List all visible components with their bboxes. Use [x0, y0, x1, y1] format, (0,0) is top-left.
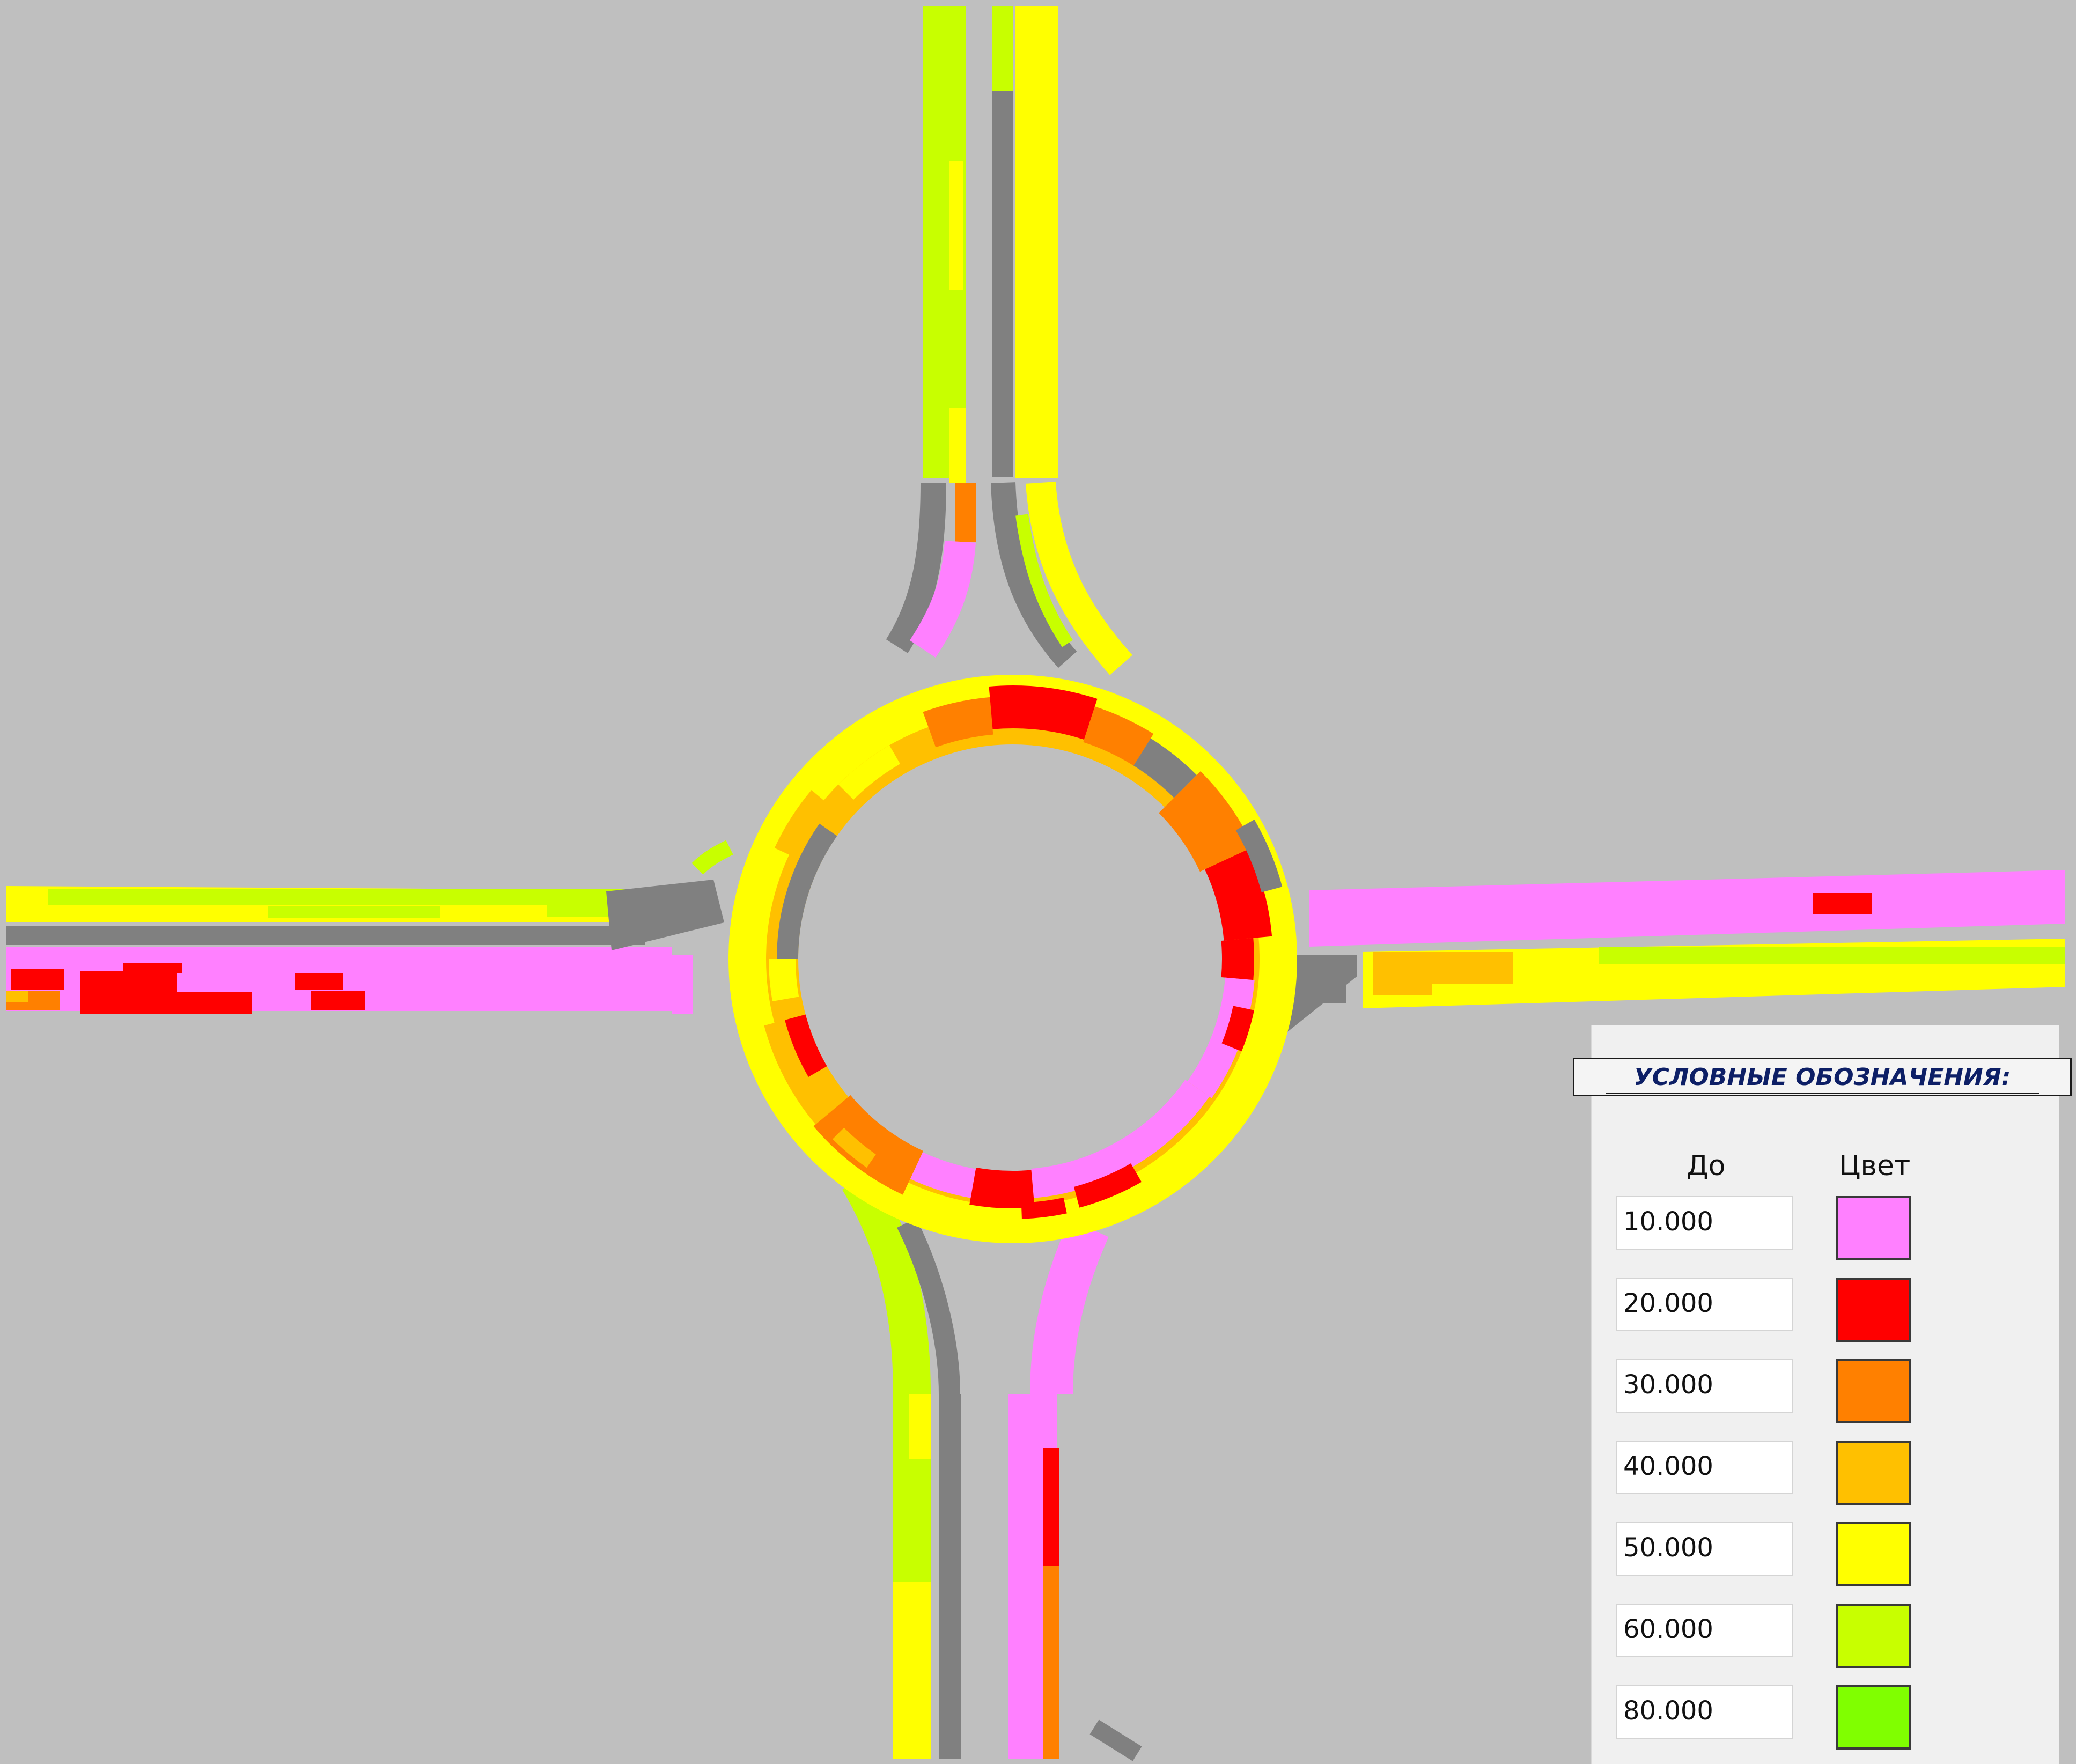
- road-segment: [1015, 6, 1058, 478]
- road-segment: [955, 483, 976, 542]
- legend-value-field[interactable]: 30.000: [1616, 1359, 1793, 1413]
- road-segment: [909, 1394, 931, 1459]
- legend-row: 30.000: [1616, 1359, 1948, 1423]
- legend-row: 20.000: [1616, 1278, 1948, 1342]
- road-segment: [992, 6, 1013, 92]
- road-segment: [547, 901, 617, 917]
- ring-segment: [1204, 849, 1272, 941]
- road-segment: [672, 955, 693, 1014]
- ring-segment: [969, 1167, 1035, 1209]
- road-segment: [6, 991, 28, 1002]
- road-segment: [268, 906, 440, 918]
- legend-column-color-header: Цвет: [1839, 1150, 1911, 1182]
- road-segment: [1373, 952, 1432, 995]
- road-segment: [1599, 947, 2065, 964]
- ring-segment: [910, 1152, 976, 1198]
- legend-value-field[interactable]: 20.000: [1616, 1278, 1793, 1331]
- road-segment: [1287, 981, 1346, 1003]
- legend-value-field[interactable]: 40.000: [1616, 1441, 1793, 1494]
- legend-color-swatch: [1836, 1604, 1911, 1668]
- road-segment: [80, 971, 177, 992]
- ring-segment: [1221, 938, 1254, 980]
- legend-color-swatch: [1836, 1685, 1911, 1750]
- ring-segment: [1083, 706, 1154, 766]
- legend-color-swatch: [1836, 1441, 1911, 1505]
- road-segment: [893, 1582, 931, 1759]
- legend-title-box: УСЛОВНЫЕ ОБОЗНАЧЕНИЯ:: [1573, 1058, 2072, 1096]
- ring-segment: [1221, 1006, 1254, 1052]
- legend-title: УСЛОВНЫЕ ОБОЗНАЧЕНИЯ:: [1633, 1064, 2011, 1091]
- legend-row: 60.000: [1616, 1604, 1948, 1668]
- legend-color-swatch: [1836, 1278, 1911, 1342]
- road-segment: [11, 969, 64, 990]
- road-segment: [1043, 1448, 1059, 1571]
- legend-row: 50.000: [1616, 1522, 1948, 1586]
- road-segment: [6, 926, 645, 945]
- road-segment: [295, 973, 343, 990]
- legend-row: 40.000: [1616, 1441, 1948, 1505]
- legend-color-swatch: [1836, 1359, 1911, 1423]
- road-segment: [939, 1394, 961, 1759]
- legend-panel: УСЛОВНЫЕ ОБОЗНАЧЕНИЯ: До Цвет 10.000 20.0…: [1573, 1025, 2072, 1764]
- road-segment: [1813, 893, 1872, 914]
- road-segment: [949, 161, 963, 290]
- ring-segment: [928, 714, 982, 748]
- ring-segment: [989, 685, 1098, 740]
- legend-title-underline: [1606, 1093, 2039, 1094]
- road-segment: [123, 963, 182, 973]
- ring-segment: [1021, 1197, 1067, 1219]
- legend-color-swatch: [1836, 1522, 1911, 1586]
- legend-value-field[interactable]: 60.000: [1616, 1604, 1793, 1657]
- road-segment: [80, 992, 252, 1014]
- legend-value-field[interactable]: 10.000: [1616, 1196, 1793, 1250]
- legend-column-value-header: До: [1687, 1150, 1726, 1182]
- road-segment: [992, 91, 1013, 477]
- ring-segment: [768, 958, 799, 1002]
- road-segment: [949, 408, 966, 483]
- road-segment: [311, 991, 365, 1010]
- legend-value-field[interactable]: 80.000: [1616, 1685, 1793, 1739]
- legend-color-swatch: [1836, 1196, 1911, 1260]
- road-segment: [1043, 1566, 1059, 1759]
- legend-value-field[interactable]: 50.000: [1616, 1522, 1793, 1576]
- road-segment: [1427, 952, 1513, 984]
- legend-row: 10.000: [1616, 1196, 1948, 1260]
- legend-row: 80.000: [1616, 1685, 1948, 1750]
